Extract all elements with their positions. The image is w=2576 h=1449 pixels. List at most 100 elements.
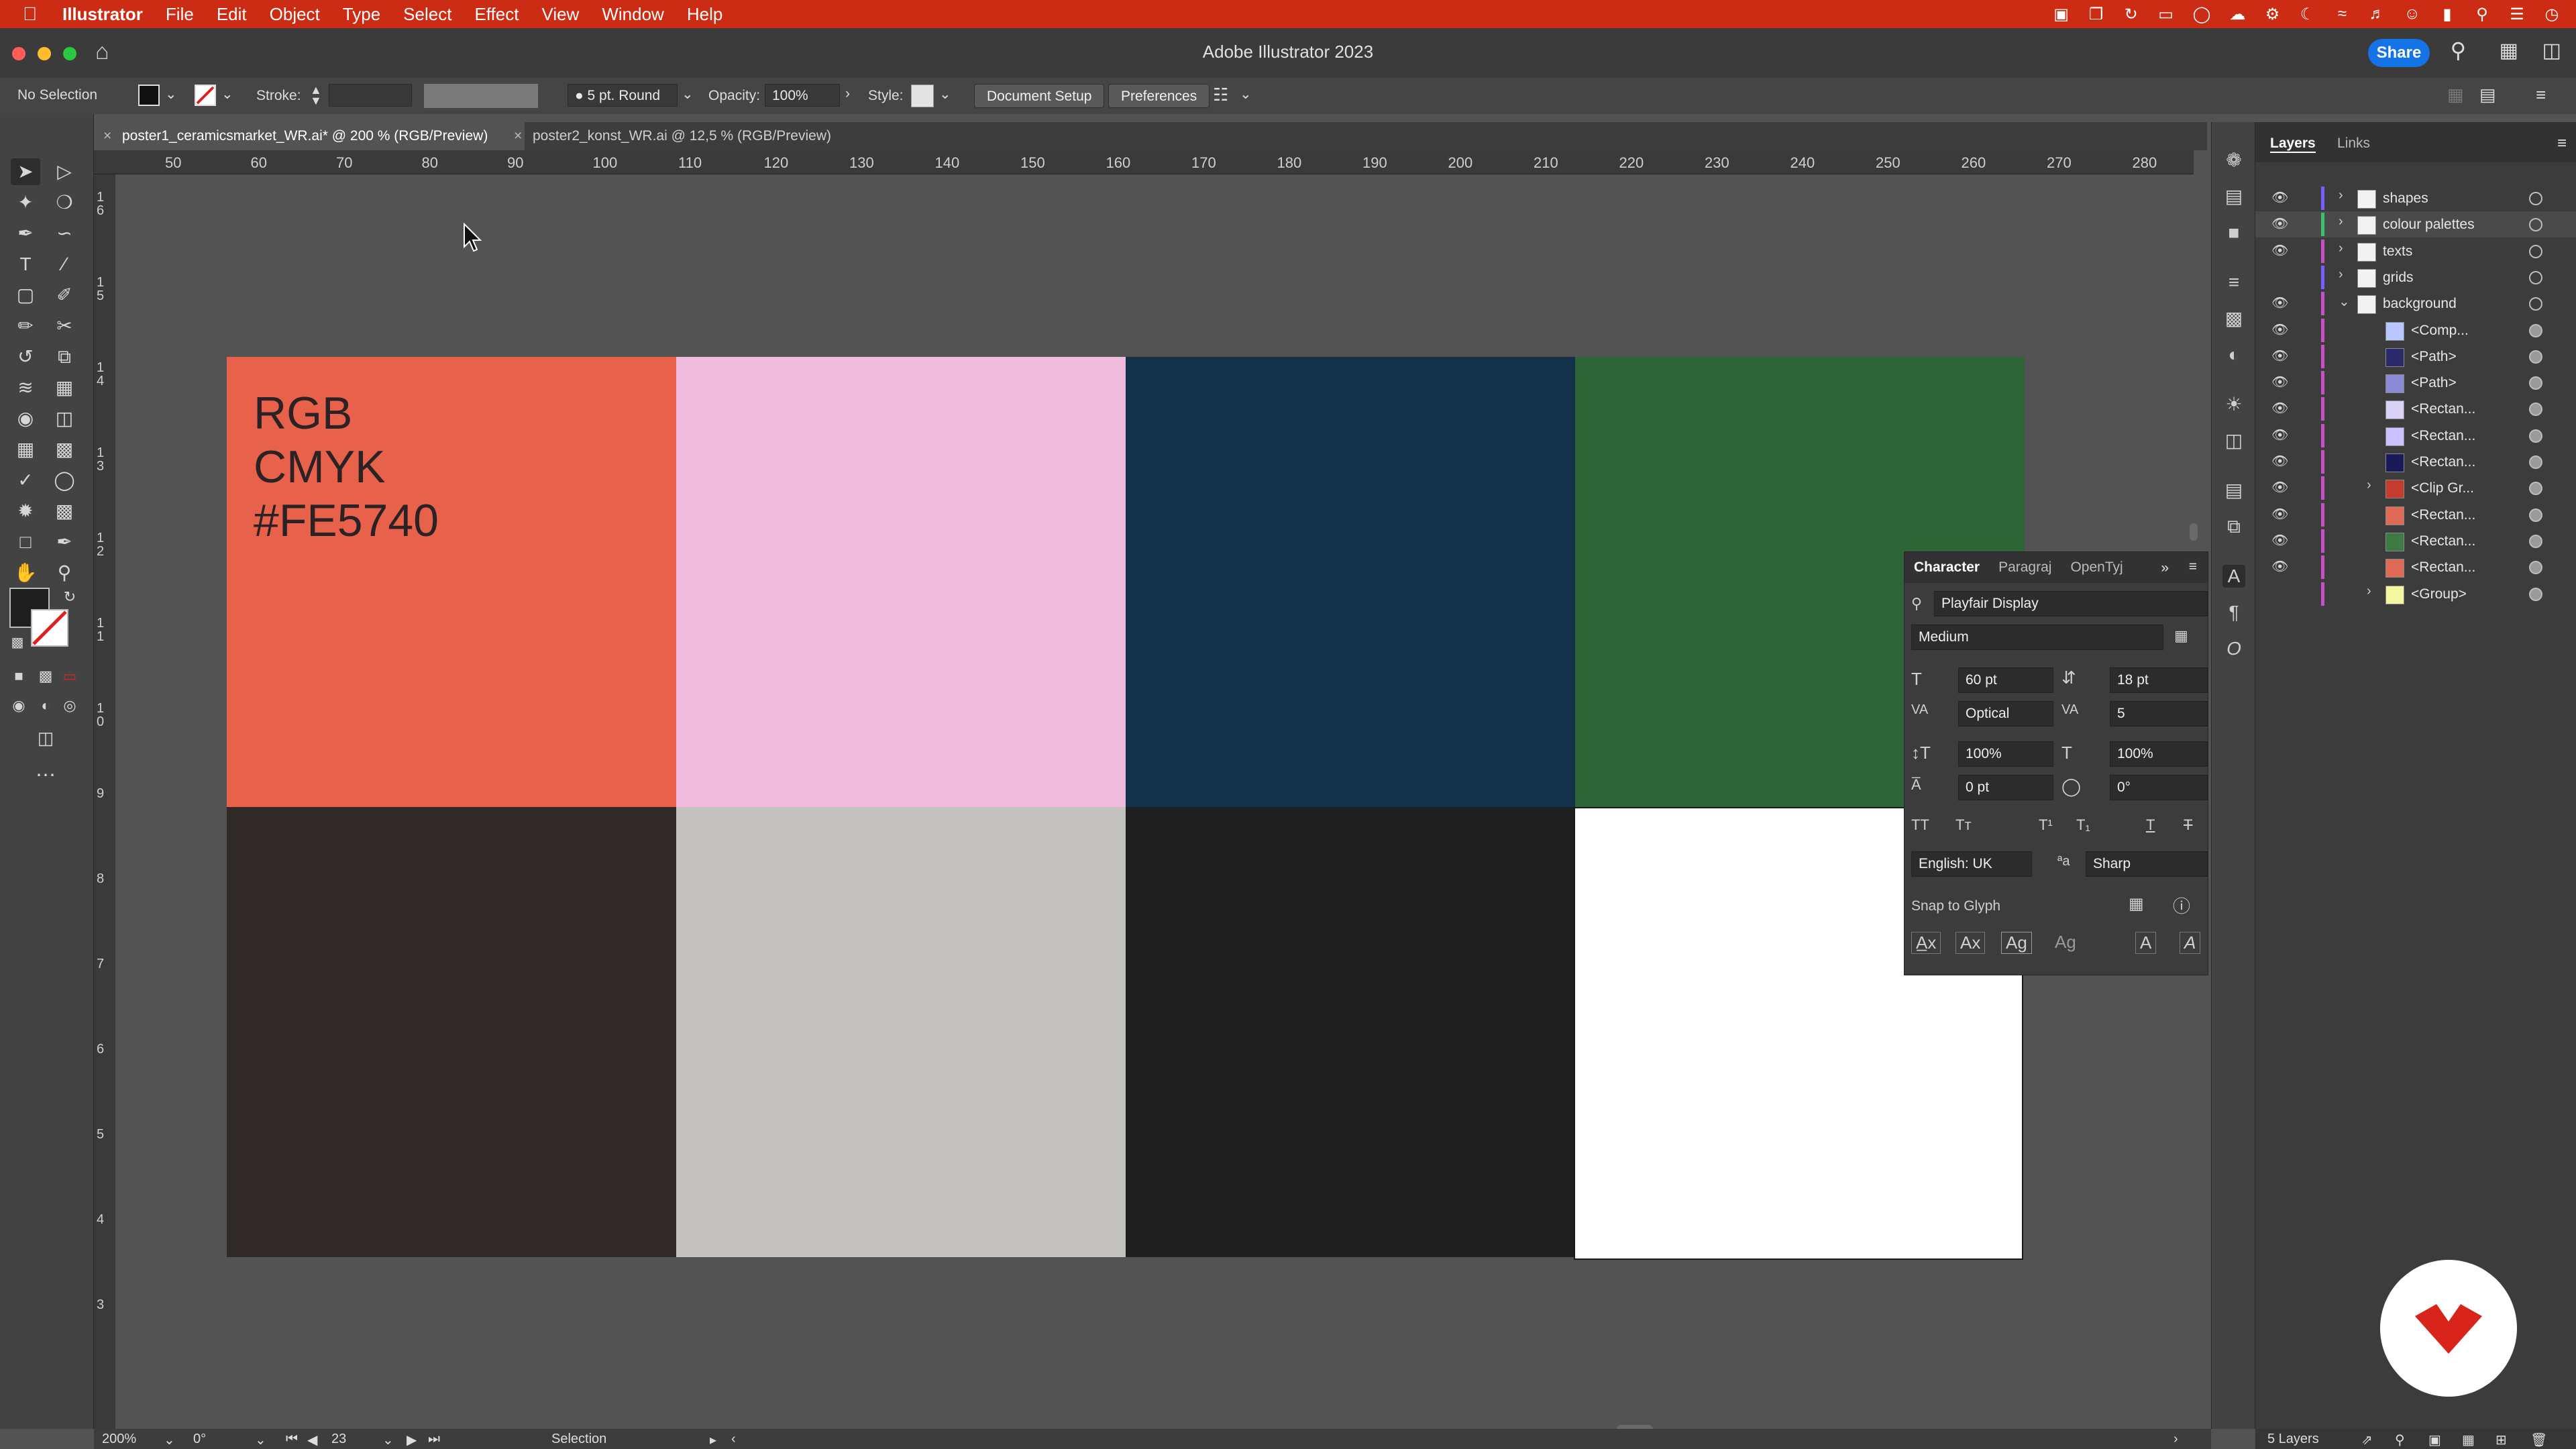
document-setup-button[interactable]: Document Setup: [974, 84, 1105, 108]
menu-lines-icon[interactable]: ≡: [2536, 85, 2546, 105]
layer-row[interactable]: 👁 <Comp...: [2255, 317, 2576, 343]
scissors-tool-icon[interactable]: ✂: [50, 313, 79, 339]
snap-angular-icon[interactable]: A: [2135, 932, 2157, 954]
chevron-down-icon[interactable]: ⌄: [382, 1432, 394, 1448]
menu-app-name[interactable]: Illustrator: [62, 4, 143, 25]
target-circle-icon[interactable]: [2529, 402, 2542, 417]
layer-row[interactable]: 👁 <Rectan...: [2255, 554, 2576, 580]
menu-object[interactable]: Object: [270, 4, 320, 25]
vertical-scrollbar[interactable]: [2190, 523, 2198, 541]
scale-tool-icon[interactable]: ⧉: [50, 343, 79, 370]
graph-tool-icon[interactable]: ▩: [50, 498, 79, 525]
floating-app-badge[interactable]: [2380, 1260, 2517, 1397]
chevron-right-icon[interactable]: ›: [2339, 241, 2343, 256]
layer-row[interactable]: › grids: [2255, 264, 2576, 290]
gradient-panel-icon[interactable]: ▩: [2222, 307, 2245, 330]
swatch-charcoal[interactable]: [1126, 807, 1575, 1257]
target-circle-icon[interactable]: [2529, 376, 2542, 390]
layer-row[interactable]: 👁 › shapes: [2255, 185, 2576, 211]
chevron-down-icon[interactable]: ⌄: [255, 1432, 266, 1448]
selection-tool-icon[interactable]: ➤: [11, 158, 40, 185]
antialias-field[interactable]: Sharp: [2086, 851, 2208, 877]
visibility-eye-icon[interactable]: 👁: [2271, 427, 2288, 443]
transform-icon[interactable]: ▤: [2479, 85, 2496, 105]
layer-row[interactable]: › <Group>: [2255, 581, 2576, 607]
rotation-value[interactable]: 0°: [193, 1432, 206, 1447]
font-family-field[interactable]: Playfair Display: [1934, 591, 2208, 616]
menu-effect[interactable]: Effect: [474, 4, 519, 25]
wifi-icon[interactable]: ≈: [2334, 5, 2350, 23]
swatch-coral[interactable]: RGB CMYK #FE5740: [227, 357, 676, 807]
appearance-icon[interactable]: ☀: [2222, 393, 2245, 416]
magic-wand-tool-icon[interactable]: ✦: [11, 189, 40, 216]
menu-edit[interactable]: Edit: [217, 4, 247, 25]
default-colors-icon[interactable]: ▩: [3, 629, 32, 656]
delete-layer-icon[interactable]: 🗑: [2530, 1432, 2547, 1448]
snap-anchor-icon[interactable]: A: [2180, 932, 2201, 954]
menu-type[interactable]: Type: [343, 4, 380, 25]
target-circle-icon[interactable]: [2529, 192, 2542, 205]
align-icon[interactable]: ▦: [2447, 85, 2464, 105]
warp-tool-icon[interactable]: ≋: [11, 374, 40, 401]
target-circle-icon[interactable]: [2529, 587, 2542, 601]
superscript-icon[interactable]: T¹: [2039, 816, 2053, 834]
free-transform-tool-icon[interactable]: ▦: [50, 374, 79, 401]
visibility-eye-icon[interactable]: 👁: [2271, 321, 2288, 338]
visibility-eye-icon[interactable]: 👁: [2271, 400, 2288, 417]
volume-icon[interactable]: ♬: [2369, 5, 2385, 23]
eyedropper-tool-icon[interactable]: ✓: [11, 467, 40, 494]
sync-icon[interactable]: ↻: [2123, 5, 2139, 24]
draw-normal-icon[interactable]: ◉: [4, 692, 34, 719]
visibility-eye-icon[interactable]: 👁: [2271, 558, 2288, 575]
target-circle-icon[interactable]: [2529, 350, 2542, 364]
draw-inside-icon[interactable]: ◎: [55, 692, 85, 719]
visibility-eye-icon[interactable]: 👁: [2271, 532, 2288, 549]
chevron-down-icon[interactable]: ⌄: [165, 86, 177, 103]
paragraph-panel-icon[interactable]: ¶: [2222, 601, 2245, 624]
line-tool-icon[interactable]: ∕: [50, 251, 79, 278]
expand-panel-icon[interactable]: »: [2161, 560, 2169, 576]
visibility-eye-icon[interactable]: 👁: [2271, 242, 2288, 259]
search-icon[interactable]: ⚲: [1911, 595, 1922, 612]
search-icon[interactable]: ⚲: [2451, 38, 2466, 63]
perspective-grid-tool-icon[interactable]: ◫: [50, 405, 79, 432]
stroke-weight-field[interactable]: [329, 84, 412, 107]
target-circle-icon[interactable]: [2529, 323, 2542, 337]
zoom-tool-icon[interactable]: ⚲: [50, 559, 79, 586]
artboard-tool-icon[interactable]: □: [11, 529, 40, 555]
slice-tool-icon[interactable]: ✒: [50, 529, 79, 555]
paintbrush-tool-icon[interactable]: ✐: [50, 282, 79, 309]
font-size-field[interactable]: 60 pt: [1958, 667, 2053, 693]
tab-poster1[interactable]: × poster1_ceramicsmarket_WR.ai* @ 200 % …: [94, 122, 525, 150]
menu-help[interactable]: Help: [687, 4, 722, 25]
visibility-eye-icon[interactable]: 👁: [2271, 189, 2288, 206]
tab-character[interactable]: Character: [1904, 552, 1989, 583]
visibility-eye-icon[interactable]: 👁: [2271, 347, 2288, 364]
first-artboard-icon[interactable]: ⏮: [286, 1432, 298, 1447]
clock-icon[interactable]: ◷: [2544, 5, 2560, 24]
layer-row[interactable]: 👁 › <Clip Gr...: [2255, 475, 2576, 501]
blend-tool-icon[interactable]: ◯: [50, 467, 79, 494]
previous-artboard-icon[interactable]: ◀: [307, 1432, 317, 1448]
more-tools-icon[interactable]: ⋯: [31, 762, 60, 789]
menu-view[interactable]: View: [541, 4, 579, 25]
layer-row[interactable]: 👁 <Rectan...: [2255, 423, 2576, 449]
horizontal-ruler[interactable]: 50 60 70 80 90 100 110 120 130 140 150 160 170 180 190…: [94, 150, 2194, 174]
chevron-down-icon[interactable]: ⌄: [939, 86, 951, 103]
swatch-navy[interactable]: [1126, 357, 1575, 807]
layer-row[interactable]: 👁 <Rectan...: [2255, 396, 2576, 422]
zoom-level[interactable]: 200%: [102, 1432, 136, 1447]
transparency-icon[interactable]: ◐: [2222, 343, 2245, 366]
libraries-icon[interactable]: ▤: [2222, 185, 2245, 208]
control-center-icon[interactable]: ☰: [2509, 5, 2525, 24]
stroke-panel-icon[interactable]: ≡: [2222, 271, 2245, 294]
target-circle-icon[interactable]: [2529, 297, 2542, 311]
kerning-field[interactable]: Optical: [1958, 701, 2053, 727]
tab-poster2[interactable]: × poster2_konst_WR.ai @ 12,5 % (RGB/Prev…: [504, 122, 908, 150]
chevron-right-icon[interactable]: ›: [2367, 584, 2371, 599]
lasso-tool-icon[interactable]: ❍: [50, 189, 79, 216]
direct-selection-tool-icon[interactable]: ▷: [50, 158, 79, 185]
character-panel-icon[interactable]: A: [2222, 565, 2245, 588]
canvas[interactable]: RGB CMYK #FE5740: [115, 174, 2198, 1434]
tracking-field[interactable]: 5: [2110, 701, 2208, 727]
